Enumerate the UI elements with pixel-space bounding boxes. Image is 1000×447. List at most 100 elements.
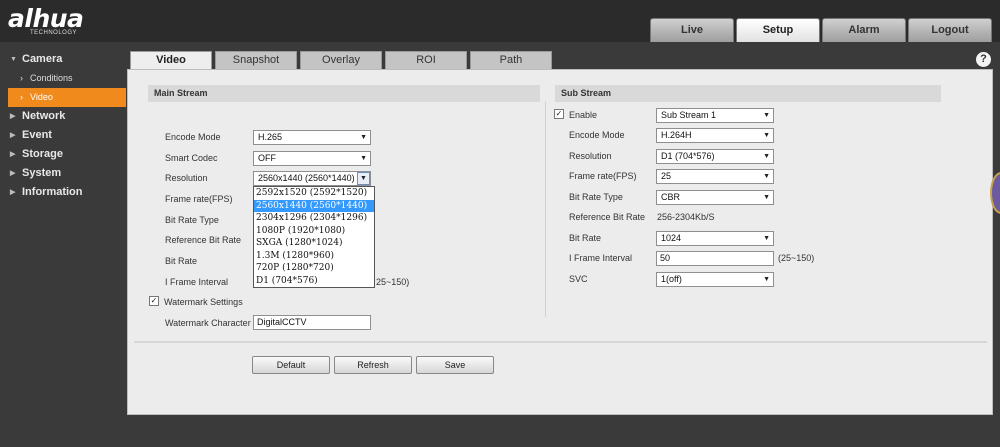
sub-frame-rate-label: Frame rate(FPS)	[569, 171, 637, 181]
resolution-value: 2560x1440 (2560*1440)	[258, 173, 355, 183]
sub-reference-bit-rate-label: Reference Bit Rate	[569, 212, 646, 222]
triangle-right-icon: ▶	[10, 189, 16, 196]
bit-rate-label: Bit Rate	[165, 256, 198, 266]
content-tabs: Video Snapshot Overlay ROI Path	[130, 51, 555, 69]
caret-down-icon: ▼	[763, 173, 770, 180]
sub-bit-rate-type-value: CBR	[661, 192, 681, 202]
sub-encode-mode-select[interactable]: H.264H ▼	[656, 128, 774, 143]
save-button[interactable]: Save	[416, 356, 494, 374]
sub-bit-rate-select[interactable]: 1024 ▼	[656, 231, 774, 246]
sidebar-item-label: Information	[22, 186, 83, 198]
bit-rate-type-label: Bit Rate Type	[165, 215, 219, 225]
sidebar-item-storage[interactable]: ▶ Storage	[0, 145, 127, 164]
resolution-option[interactable]: 720P (1280*720)	[254, 262, 374, 275]
sidebar-item-network[interactable]: ▶ Network	[0, 107, 127, 126]
sub-encode-mode-label: Encode Mode	[569, 130, 625, 140]
sidebar-item-video[interactable]: › Video	[8, 88, 126, 107]
section-divider	[134, 341, 987, 343]
smart-codec-select[interactable]: OFF ▼	[253, 151, 371, 166]
sub-encode-mode-value: H.264H	[661, 130, 692, 140]
chevron-right-icon: ›	[20, 73, 23, 83]
caret-down-icon: ▼	[763, 112, 770, 119]
default-button[interactable]: Default	[252, 356, 330, 374]
sidebar-item-label: System	[22, 167, 62, 179]
sidebar-item-information[interactable]: ▶ Information	[0, 183, 127, 202]
help-icon[interactable]: ?	[976, 52, 991, 67]
top-header: alhua TECHNOLOGY Live Setup Alarm Logout	[0, 0, 1000, 42]
resolution-option-selected[interactable]: 2560x1440 (2560*1440)	[254, 199, 374, 212]
caret-down-icon: ▼	[763, 194, 770, 201]
caret-down-icon: ▼	[360, 134, 367, 141]
sub-resolution-select[interactable]: D1 (704*576) ▼	[656, 149, 774, 164]
smart-codec-label: Smart Codec	[165, 153, 218, 163]
tab-alarm[interactable]: Alarm	[822, 18, 906, 42]
tab-path[interactable]: Path	[470, 51, 552, 69]
resolution-select[interactable]: 2560x1440 (2560*1440) ▼	[253, 171, 371, 186]
sub-frame-rate-select[interactable]: 25 ▼	[656, 169, 774, 184]
resolution-option[interactable]: 2304x1296 (2304*1296)	[254, 212, 374, 225]
sidebar-item-label: Camera	[22, 53, 63, 65]
refresh-button[interactable]: Refresh	[334, 356, 412, 374]
chevron-right-icon: ›	[20, 92, 23, 102]
triangle-down-icon: ▼	[10, 56, 17, 63]
sidebar-item-event[interactable]: ▶ Event	[0, 126, 127, 145]
sub-bit-rate-label: Bit Rate	[569, 233, 602, 243]
brand-logo: alhua	[8, 4, 84, 33]
sub-i-frame-interval-input[interactable]: 50	[656, 251, 774, 266]
watermark-character-input[interactable]: DigitalCCTV	[253, 315, 371, 330]
tab-logout[interactable]: Logout	[908, 18, 992, 42]
sidebar-item-label: Video	[30, 92, 53, 102]
top-nav: Live Setup Alarm Logout	[650, 18, 994, 42]
sub-bit-rate-type-select[interactable]: CBR ▼	[656, 190, 774, 205]
watermark-settings-checkbox[interactable]: ✓	[149, 296, 159, 306]
sub-i-frame-interval-label: I Frame Interval	[569, 253, 633, 263]
sub-stream-title: Sub Stream	[555, 85, 941, 102]
sidebar-item-label: Storage	[22, 148, 63, 160]
sub-stream-value: Sub Stream 1	[661, 110, 717, 120]
resolution-option[interactable]: D1 (704*576)	[254, 275, 374, 288]
caret-down-icon: ▼	[763, 276, 770, 283]
resolution-dropdown-list: 2592x1520 (2592*1520) 2560x1440 (2560*14…	[253, 186, 375, 288]
resolution-option[interactable]: 2592x1520 (2592*1520)	[254, 187, 374, 200]
sub-bit-rate-value: 1024	[661, 233, 682, 243]
tab-roi[interactable]: ROI	[385, 51, 467, 69]
tab-overlay[interactable]: Overlay	[300, 51, 382, 69]
resolution-option[interactable]: SXGA (1280*1024)	[254, 237, 374, 250]
sidebar: ▼ Camera › Conditions › Video ▶ Network ▶ Eve…	[0, 50, 127, 202]
sidebar-item-camera[interactable]: ▼ Camera	[0, 50, 127, 69]
triangle-right-icon: ▶	[10, 151, 16, 158]
sub-stream-enable-label: Enable	[569, 110, 598, 120]
tab-live[interactable]: Live	[650, 18, 734, 42]
caret-down-icon: ▼	[360, 155, 367, 162]
resolution-label: Resolution	[165, 173, 208, 183]
sidebar-item-conditions[interactable]: › Conditions	[0, 69, 127, 88]
watermark-character-label: Watermark Character	[165, 318, 251, 328]
svc-value: 1(off)	[661, 274, 682, 284]
sub-resolution-value: D1 (704*576)	[661, 151, 715, 161]
smart-codec-value: OFF	[258, 153, 276, 163]
sub-stream-select[interactable]: Sub Stream 1 ▼	[656, 108, 774, 123]
watermark-settings-label: Watermark Settings	[164, 297, 243, 307]
sidebar-item-system[interactable]: ▶ System	[0, 164, 127, 183]
column-divider	[545, 102, 546, 317]
resolution-option[interactable]: 1.3M (1280*960)	[254, 250, 374, 263]
svc-label: SVC	[569, 274, 588, 284]
i-frame-interval-hint: 25~150)	[376, 277, 410, 287]
triangle-right-icon: ▶	[10, 132, 16, 139]
encode-mode-label: Encode Mode	[165, 132, 221, 142]
tab-video[interactable]: Video	[130, 51, 212, 69]
caret-down-icon: ▼	[357, 172, 370, 185]
svc-select[interactable]: 1(off) ▼	[656, 272, 774, 287]
sub-stream-enable-checkbox[interactable]: ✓	[554, 109, 564, 119]
caret-down-icon: ▼	[763, 132, 770, 139]
resolution-option[interactable]: 1080P (1920*1080)	[254, 225, 374, 238]
tab-snapshot[interactable]: Snapshot	[215, 51, 297, 69]
sub-bit-rate-type-label: Bit Rate Type	[569, 192, 623, 202]
tab-setup[interactable]: Setup	[736, 18, 820, 42]
encode-mode-select[interactable]: H.265 ▼	[253, 130, 371, 145]
main-stream-title: Main Stream	[148, 85, 540, 102]
brand-logo-subtext: TECHNOLOGY	[30, 30, 78, 36]
frame-rate-label: Frame rate(FPS)	[165, 194, 233, 204]
reference-bit-rate-label: Reference Bit Rate	[165, 235, 242, 245]
sidebar-item-label: Event	[22, 129, 52, 141]
